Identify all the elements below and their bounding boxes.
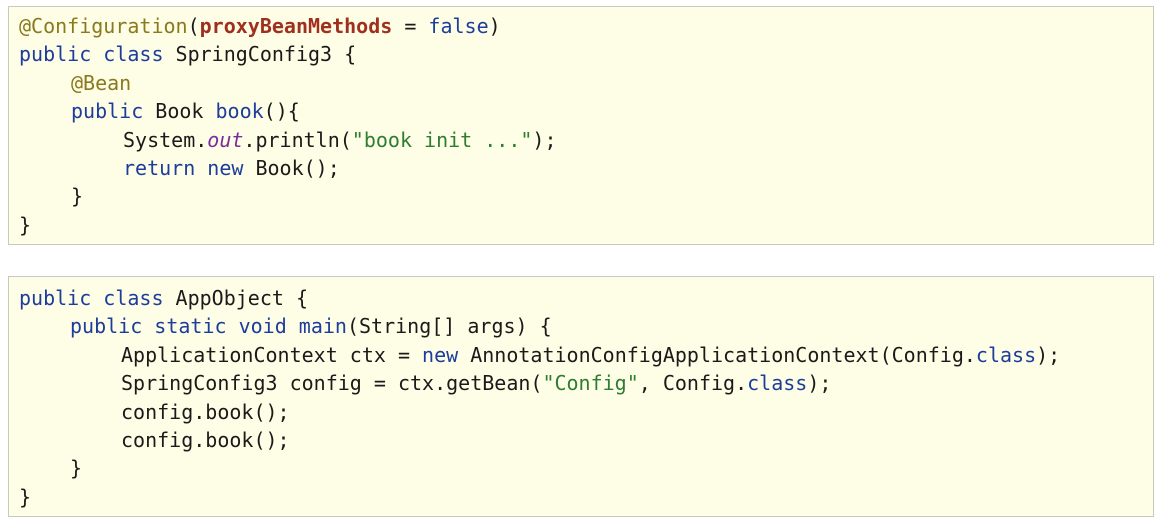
- code-line: public class SpringConfig3 {: [19, 40, 356, 68]
- code-token: proxyBeanMethods: [199, 14, 393, 38]
- code-token: (String[] args) {: [346, 314, 552, 339]
- code-line: ApplicationContext ctx = new AnnotationC…: [121, 341, 1060, 369]
- code-token: .println(: [243, 127, 352, 152]
- code-line: }: [19, 211, 31, 239]
- code-token: public static void: [70, 314, 287, 339]
- code-token: class: [747, 371, 808, 396]
- code-line: public static void main(String[] args) {: [70, 312, 552, 340]
- code-token: Book();: [243, 156, 340, 180]
- code-block-app-object: public class AppObject {public static vo…: [8, 276, 1154, 517]
- code-token: }: [19, 484, 32, 509]
- code-token: ): [488, 14, 501, 38]
- code-token: =: [392, 14, 429, 38]
- code-token: AppObject {: [163, 286, 308, 310]
- code-token: );: [532, 127, 557, 152]
- code-token: System.: [123, 127, 208, 152]
- code-token: @Configuration: [19, 14, 188, 38]
- code-token: config.book();: [121, 428, 290, 452]
- code-token: }: [70, 456, 83, 481]
- code-token: );: [807, 371, 832, 396]
- code-token: return new: [123, 156, 244, 180]
- code-token: (: [187, 14, 200, 38]
- code-line: config.book();: [121, 426, 290, 454]
- code-line: @Configuration(proxyBeanMethods = false): [19, 12, 501, 40]
- code-line: public Book book(){: [71, 97, 300, 125]
- code-token: public: [71, 99, 144, 124]
- code-token: ApplicationContext ctx =: [121, 342, 423, 367]
- code-line: }: [70, 454, 82, 482]
- code-token: public class: [19, 42, 164, 67]
- code-token: }: [71, 184, 84, 209]
- code-token: "book init ...": [351, 127, 533, 152]
- code-line: config.book();: [121, 398, 290, 426]
- code-token: }: [19, 212, 32, 237]
- code-token: AnnotationConfigApplicationContext(Confi…: [458, 342, 976, 367]
- code-token: (){: [263, 99, 300, 124]
- code-token: );: [1036, 342, 1061, 367]
- code-token: main: [298, 314, 347, 339]
- code-token: , Config.: [638, 371, 748, 396]
- code-line: SpringConfig3 config = ctx.getBean("Conf…: [121, 369, 831, 397]
- code-token: "Config": [542, 371, 639, 396]
- code-token: out: [207, 127, 244, 152]
- code-token: new: [422, 342, 459, 367]
- code-line: public class AppObject {: [19, 284, 308, 312]
- code-token: book: [215, 99, 264, 124]
- code-token: false: [428, 14, 489, 38]
- code-block-spring-config: @Configuration(proxyBeanMethods = false)…: [8, 6, 1154, 245]
- code-line: }: [19, 483, 31, 511]
- code-token: Book: [143, 99, 216, 124]
- code-token: config.book();: [121, 399, 290, 424]
- code-token: SpringConfig3 config = ctx.getBean(: [121, 371, 543, 396]
- code-line: System.out.println("book init ...");: [123, 126, 557, 154]
- code-token: class: [975, 342, 1037, 367]
- code-line: return new Book();: [123, 154, 340, 182]
- code-line: }: [71, 182, 83, 210]
- code-token: public class: [19, 286, 164, 310]
- code-token: @Bean: [71, 70, 132, 95]
- code-line: @Bean: [71, 69, 131, 97]
- code-token: SpringConfig3 {: [163, 42, 357, 67]
